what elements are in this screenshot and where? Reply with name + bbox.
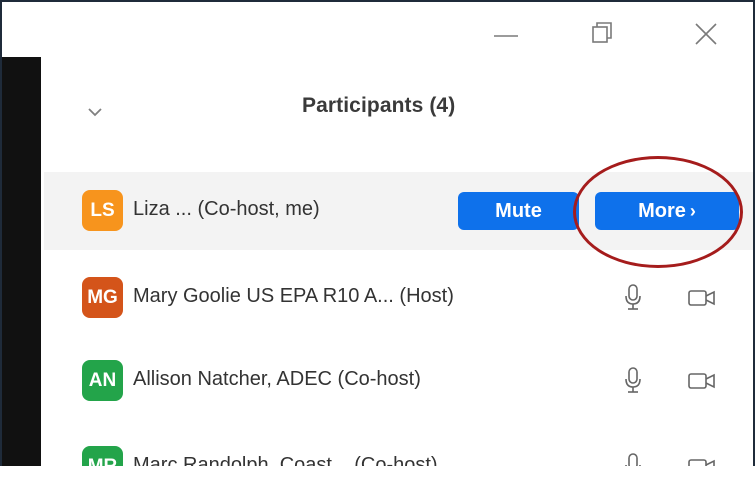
mute-button[interactable]: Mute [458, 192, 579, 230]
meeting-video-edge [2, 57, 41, 468]
participants-window: Participants (4) LS Liza ... (Co-host, m… [0, 0, 755, 468]
panel-title: Participants (4) [302, 94, 456, 117]
microphone-icon[interactable] [622, 366, 644, 396]
bottom-margin [0, 466, 755, 492]
video-camera-icon[interactable] [687, 287, 717, 309]
avatar: MR [82, 446, 123, 468]
restore-icon[interactable] [584, 16, 620, 52]
chevron-right-icon: › [689, 201, 696, 221]
avatar: MG [82, 277, 123, 318]
participant-row[interactable]: MR Marc Randolph, Coast... (Co-host) [44, 428, 753, 468]
minimize-icon[interactable] [488, 16, 524, 52]
participant-name: Liza ... (Co-host, me) [133, 198, 320, 220]
avatar: LS [82, 190, 123, 231]
avatar: AN [82, 360, 123, 401]
participant-row-self[interactable]: LS Liza ... (Co-host, me) Mute More › [44, 172, 753, 250]
more-button-label: More [638, 200, 686, 222]
participant-row[interactable]: AN Allison Natcher, ADEC (Co-host) [44, 342, 753, 420]
video-camera-icon[interactable] [687, 370, 717, 392]
participant-name: Mary Goolie US EPA R10 A... (Host) [133, 285, 454, 307]
chevron-down-icon[interactable] [82, 99, 108, 125]
participant-row[interactable]: MG Mary Goolie US EPA R10 A... (Host) [44, 259, 753, 337]
more-button[interactable]: More › [595, 192, 739, 230]
participant-name: Allison Natcher, ADEC (Co-host) [133, 368, 421, 390]
close-icon[interactable] [688, 16, 724, 52]
microphone-icon[interactable] [622, 283, 644, 313]
